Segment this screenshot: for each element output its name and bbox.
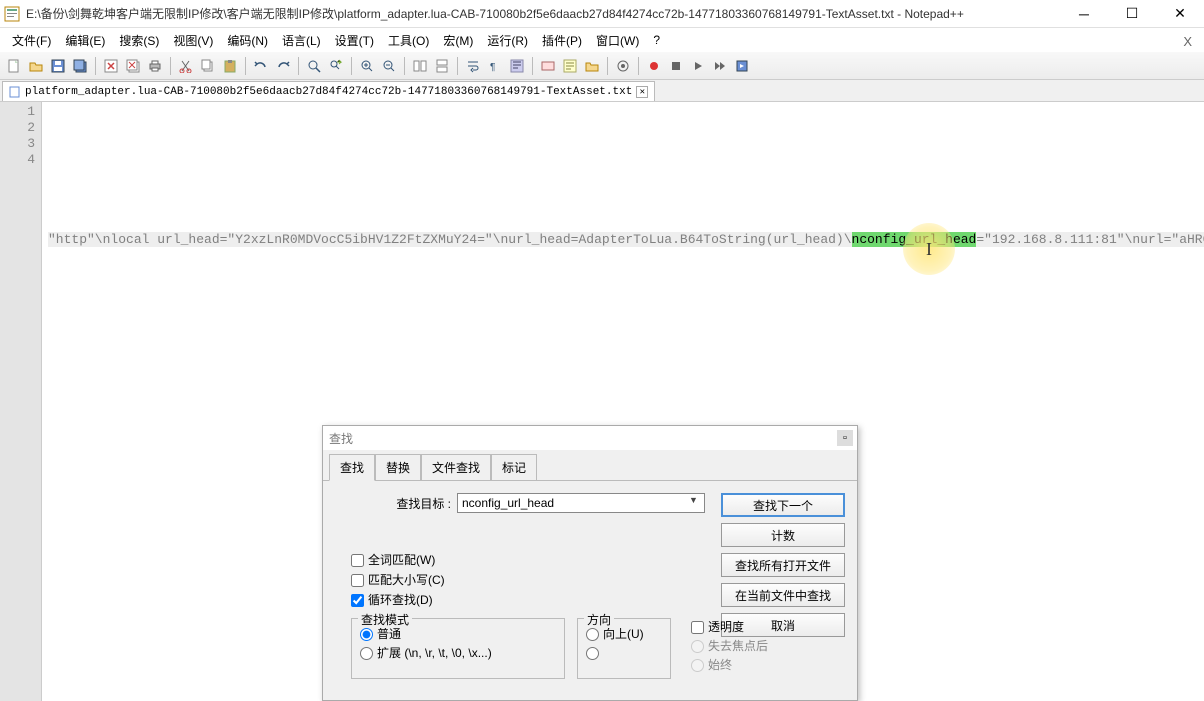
file-tab[interactable]: platform_adapter.lua-CAB-710080b2f5e6daa… xyxy=(2,81,655,101)
menu-run[interactable]: 运行(R) xyxy=(481,30,534,51)
app-icon xyxy=(4,6,20,22)
transparency-group: 透明度 失去焦点后 始终 xyxy=(683,618,813,679)
save-macro-icon[interactable] xyxy=(732,56,752,76)
indent-guide-icon[interactable] xyxy=(507,56,527,76)
find-target-label: 查找目标 : xyxy=(395,495,451,512)
menu-plugins[interactable]: 插件(P) xyxy=(536,30,588,51)
window-title: E:\备份\剑舞乾坤客户端无限制IP修改\客户端无限制IP修改\platform… xyxy=(26,5,1072,22)
dialog-title: 查找 xyxy=(323,426,857,450)
find-dialog: 查找 ▫ 查找 替换 文件查找 标记 查找目标 : ▼ 查找下一个 计数 查找所… xyxy=(322,425,858,701)
folder-icon[interactable] xyxy=(582,56,602,76)
line-number: 3 xyxy=(0,136,35,152)
maximize-button[interactable]: ☐ xyxy=(1120,4,1144,24)
wrap-icon[interactable] xyxy=(463,56,483,76)
stop-macro-icon[interactable] xyxy=(666,56,686,76)
save-icon[interactable] xyxy=(48,56,68,76)
menu-settings[interactable]: 设置(T) xyxy=(329,30,380,51)
sync-v-icon[interactable] xyxy=(410,56,430,76)
mode-extended-radio[interactable]: 扩展 (\n, \r, \t, \0, \x...) xyxy=(360,644,556,661)
menu-encoding[interactable]: 编码(N) xyxy=(221,30,274,51)
close-file-icon[interactable] xyxy=(101,56,121,76)
copy-icon[interactable] xyxy=(198,56,218,76)
toolbar: ¶ xyxy=(0,52,1204,80)
svg-text:¶: ¶ xyxy=(490,62,495,73)
save-all-icon[interactable] xyxy=(70,56,90,76)
tab-close-icon[interactable]: ✕ xyxy=(636,86,648,98)
menu-language[interactable]: 语言(L) xyxy=(276,30,327,51)
open-file-icon[interactable] xyxy=(26,56,46,76)
menu-macro[interactable]: 宏(M) xyxy=(437,30,479,51)
file-icon xyxy=(9,86,21,98)
play-multi-icon[interactable] xyxy=(710,56,730,76)
find-in-current-button[interactable]: 在当前文件中查找 xyxy=(721,583,845,607)
paste-icon[interactable] xyxy=(220,56,240,76)
menu-search[interactable]: 搜索(S) xyxy=(113,30,165,51)
sync-h-icon[interactable] xyxy=(432,56,452,76)
find-next-button[interactable]: 查找下一个 xyxy=(721,493,845,517)
menu-view[interactable]: 视图(V) xyxy=(167,30,219,51)
direction-group: 方向 向上(U) 向下(D) xyxy=(577,618,671,679)
lang-icon[interactable] xyxy=(538,56,558,76)
monitor-icon[interactable] xyxy=(613,56,633,76)
find-all-open-button[interactable]: 查找所有打开文件 xyxy=(721,553,845,577)
redo-icon[interactable] xyxy=(273,56,293,76)
titlebar: E:\备份\剑舞乾坤客户端无限制IP修改\客户端无限制IP修改\platform… xyxy=(0,0,1204,28)
undo-icon[interactable] xyxy=(251,56,271,76)
line-gutter: 1 2 3 4 xyxy=(0,102,42,701)
menu-help[interactable]: ? xyxy=(647,31,666,49)
transparency-checkbox[interactable]: 透明度 xyxy=(691,618,805,635)
code-selection: nconfig_url_head xyxy=(852,232,977,247)
close-all-icon[interactable] xyxy=(123,56,143,76)
new-file-icon[interactable] xyxy=(4,56,24,76)
count-button[interactable]: 计数 xyxy=(721,523,845,547)
func-list-icon[interactable] xyxy=(560,56,580,76)
zoom-out-icon[interactable] xyxy=(379,56,399,76)
play-macro-icon[interactable] xyxy=(688,56,708,76)
cut-icon[interactable] xyxy=(176,56,196,76)
menubar: 文件(F) 编辑(E) 搜索(S) 视图(V) 编码(N) 语言(L) 设置(T… xyxy=(0,28,1204,52)
line-number: 2 xyxy=(0,120,35,136)
trans-lose-focus-radio[interactable]: 失去焦点后 xyxy=(691,637,805,654)
code-text: ="192.168.8.111:81"\nurl="aHR0 xyxy=(976,232,1204,247)
secondary-close-icon[interactable]: X xyxy=(1183,34,1192,49)
close-button[interactable]: ✕ xyxy=(1168,4,1192,24)
zoom-in-icon[interactable] xyxy=(357,56,377,76)
menu-tools[interactable]: 工具(O) xyxy=(382,30,435,51)
record-macro-icon[interactable] xyxy=(644,56,664,76)
tabbar: platform_adapter.lua-CAB-710080b2f5e6daa… xyxy=(0,80,1204,102)
print-icon[interactable] xyxy=(145,56,165,76)
search-mode-group: 查找模式 普通 扩展 (\n, \r, \t, \0, \x...) xyxy=(351,618,565,679)
trans-always-radio[interactable]: 始终 xyxy=(691,656,805,673)
line-number: 4 xyxy=(0,152,35,168)
find-icon[interactable] xyxy=(304,56,324,76)
tab-find[interactable]: 查找 xyxy=(329,454,375,481)
line-number: 1 xyxy=(0,104,35,120)
code-text: "http"\nlocal url_head="Y2xzLnR0MDVocC5i… xyxy=(48,232,852,247)
find-input[interactable] xyxy=(457,493,705,513)
tab-replace[interactable]: 替换 xyxy=(375,454,421,481)
show-all-chars-icon[interactable]: ¶ xyxy=(485,56,505,76)
menu-window[interactable]: 窗口(W) xyxy=(590,30,645,51)
dialog-close-icon[interactable]: ▫ xyxy=(837,430,853,446)
menu-edit[interactable]: 编辑(E) xyxy=(59,30,111,51)
file-tab-label: platform_adapter.lua-CAB-710080b2f5e6daa… xyxy=(25,86,632,98)
tab-mark[interactable]: 标记 xyxy=(491,454,537,481)
minimize-button[interactable]: ─ xyxy=(1072,4,1096,24)
dialog-tabs: 查找 替换 文件查找 标记 xyxy=(323,450,857,481)
replace-icon[interactable] xyxy=(326,56,346,76)
dir-down-radio[interactable]: 向下(D) xyxy=(586,644,662,661)
menu-file[interactable]: 文件(F) xyxy=(6,30,57,51)
tab-find-in-files[interactable]: 文件查找 xyxy=(421,454,491,481)
